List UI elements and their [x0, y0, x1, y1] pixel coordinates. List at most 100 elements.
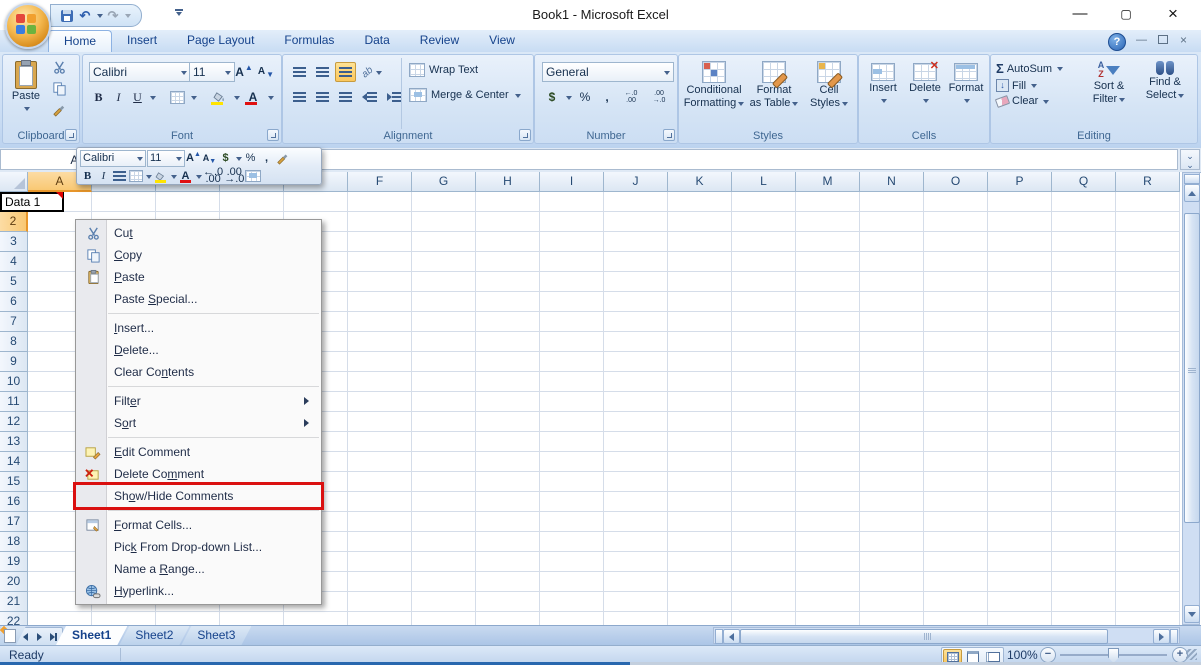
active-cell-a2[interactable]: Data 1 [0, 192, 64, 212]
font-name-select[interactable]: Calibri [89, 62, 191, 82]
horizontal-scrollbar[interactable] [713, 627, 1180, 644]
menu-item-edit-comment[interactable]: Edit Comment [76, 441, 321, 463]
scroll-down-button[interactable] [1184, 605, 1200, 623]
align-bottom-button[interactable] [335, 62, 356, 82]
align-left-button[interactable] [289, 87, 310, 107]
column-header-l[interactable]: L [732, 172, 796, 192]
tab-insert[interactable]: Insert [112, 30, 172, 52]
fill-button[interactable]: ↓Fill [996, 79, 1063, 92]
menu-item-format-cells[interactable]: Format Cells... [76, 514, 321, 536]
row-header-22[interactable]: 22 [0, 612, 28, 625]
zoom-slider-thumb[interactable] [1108, 648, 1119, 663]
zoom-level[interactable]: 100% [1007, 648, 1038, 662]
select-all-corner[interactable] [0, 172, 28, 192]
mini-font-name-select[interactable]: Calibri [80, 150, 146, 167]
sheet-tab-sheet2[interactable]: Sheet2 [119, 626, 189, 645]
mini-currency-button[interactable]: $ [218, 150, 233, 166]
font-color-button[interactable]: A [242, 87, 264, 107]
mini-font-color-dropdown-icon[interactable] [196, 175, 202, 182]
underline-button[interactable]: U [129, 87, 146, 107]
copy-button[interactable] [51, 80, 68, 97]
tab-view[interactable]: View [474, 30, 530, 52]
column-header-m[interactable]: M [796, 172, 860, 192]
grow-font-button[interactable]: A▲ [233, 61, 255, 82]
sheet-tab-sheet1[interactable]: Sheet1 [56, 626, 127, 645]
increase-decimal-button[interactable]: ←.0.00 [618, 87, 644, 107]
cell-styles-button[interactable]: Cell Styles [805, 61, 853, 109]
column-header-n[interactable]: N [860, 172, 924, 192]
fill-color-button[interactable] [208, 87, 230, 107]
window-minimize-small[interactable]: — [1136, 35, 1147, 46]
tab-page-layout[interactable]: Page Layout [172, 30, 269, 52]
column-header-f[interactable]: F [348, 172, 412, 192]
mini-shrink-font-button[interactable]: A▼ [202, 150, 217, 166]
currency-button[interactable]: $ [542, 87, 562, 107]
row-header-19[interactable]: 19 [0, 552, 28, 572]
underline-dropdown-icon[interactable] [150, 96, 156, 103]
font-color-dropdown-icon[interactable] [268, 96, 274, 103]
row-header-11[interactable]: 11 [0, 392, 28, 412]
scroll-right-button[interactable] [1153, 629, 1170, 644]
mini-decrease-decimal-button[interactable]: .00→.0 [224, 168, 244, 184]
row-header-3[interactable]: 3 [0, 232, 28, 252]
undo-button[interactable]: ↶ [77, 7, 93, 24]
redo-dropdown-icon[interactable] [125, 14, 131, 21]
wrap-text-button[interactable]: Wrap Text [409, 63, 478, 77]
format-painter-button[interactable] [51, 101, 68, 118]
sheet-tab-sheet3[interactable]: Sheet3 [181, 626, 251, 645]
menu-item-delete-comment[interactable]: Delete Comment [76, 463, 321, 485]
align-center-button[interactable] [312, 87, 333, 107]
redo-button[interactable]: ↷ [105, 7, 121, 24]
row-header-14[interactable]: 14 [0, 452, 28, 472]
column-header-r[interactable]: R [1116, 172, 1180, 192]
format-as-table-button[interactable]: Format as Table [747, 61, 801, 109]
column-header-o[interactable]: O [924, 172, 988, 192]
format-cells-button-ribbon[interactable]: Format [947, 63, 985, 106]
increase-indent-button[interactable] [383, 87, 406, 107]
align-right-button[interactable] [335, 87, 356, 107]
percent-button[interactable]: % [574, 87, 596, 107]
menu-item-insert[interactable]: Insert... [76, 317, 321, 339]
menu-item-show-hide-comments[interactable]: Show/Hide Comments [76, 485, 321, 507]
horizontal-split-handle-left[interactable] [715, 629, 723, 644]
row-header-16[interactable]: 16 [0, 492, 28, 512]
window-close-small[interactable]: × [1180, 35, 1187, 46]
comma-button[interactable]: , [598, 87, 616, 107]
save-button[interactable] [59, 7, 75, 24]
menu-item-paste[interactable]: Paste [76, 266, 321, 288]
mini-percent-button[interactable]: % [243, 150, 258, 166]
mini-font-size-select[interactable]: 11 [147, 150, 185, 167]
row-header-7[interactable]: 7 [0, 312, 28, 332]
row-header-12[interactable]: 12 [0, 412, 28, 432]
mini-merge-center-button[interactable] [245, 168, 261, 184]
decrease-indent-button[interactable] [358, 87, 381, 107]
horizontal-split-handle-right[interactable] [1170, 629, 1178, 644]
cut-button[interactable] [51, 59, 68, 76]
help-button[interactable]: ? [1108, 33, 1126, 51]
menu-item-name-a-range[interactable]: Name a Range... [76, 558, 321, 580]
mini-increase-decimal-button[interactable]: ←.0.00 [203, 168, 223, 184]
row-header-15[interactable]: 15 [0, 472, 28, 492]
mini-fill-color-button[interactable] [153, 168, 168, 184]
mini-borders-button[interactable] [128, 168, 143, 184]
minimize-button[interactable]: — [1063, 2, 1097, 26]
row-header-6[interactable]: 6 [0, 292, 28, 312]
tab-data[interactable]: Data [349, 30, 404, 52]
row-header-13[interactable]: 13 [0, 432, 28, 452]
row-header-21[interactable]: 21 [0, 592, 28, 612]
clipboard-dialog-launcher[interactable] [65, 129, 77, 141]
next-sheet-button[interactable] [33, 630, 46, 643]
scroll-up-button[interactable] [1184, 184, 1200, 202]
mini-fill-color-dropdown-icon[interactable] [171, 175, 177, 182]
mini-format-painter-button[interactable] [275, 150, 290, 166]
mini-comma-button[interactable]: , [259, 150, 274, 166]
sort-filter-button[interactable]: AZ Sort & Filter [1083, 61, 1135, 105]
close-button[interactable]: × [1156, 2, 1190, 26]
row-header-20[interactable]: 20 [0, 572, 28, 592]
font-size-select[interactable]: 11 [189, 62, 235, 82]
delete-cells-button[interactable]: ✕ Delete [905, 63, 945, 106]
scroll-left-button[interactable] [723, 629, 740, 644]
row-header-4[interactable]: 4 [0, 252, 28, 272]
borders-dropdown-icon[interactable] [191, 96, 197, 103]
last-sheet-button[interactable] [47, 630, 60, 643]
